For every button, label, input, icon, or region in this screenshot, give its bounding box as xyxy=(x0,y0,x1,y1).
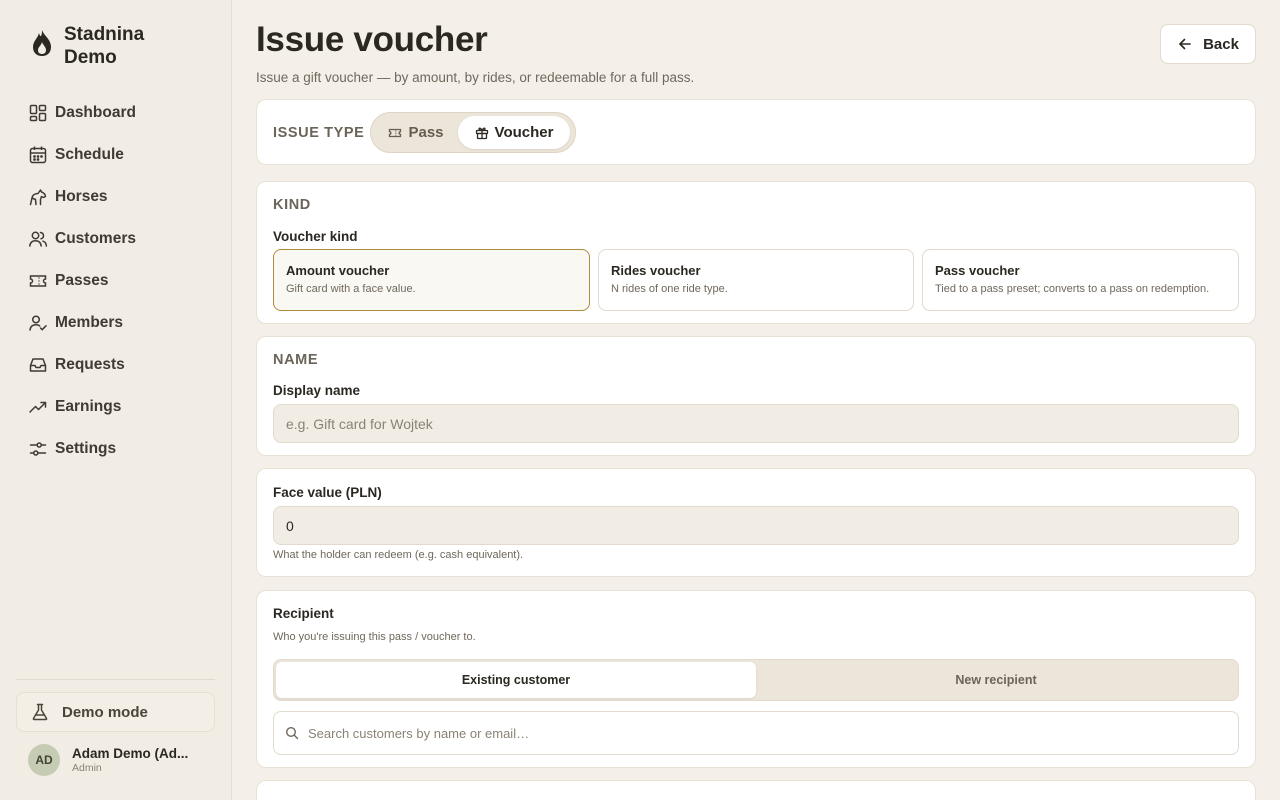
issue-type-heading: ISSUE TYPE xyxy=(273,125,365,141)
name-heading: NAME xyxy=(273,352,319,368)
sidebar-item-label: Settings xyxy=(55,440,117,457)
sidebar-item-label: Schedule xyxy=(55,146,124,163)
kind-option-title: Amount voucher xyxy=(286,263,390,278)
customer-search-input[interactable] xyxy=(308,725,1208,741)
sidebar-item-passes[interactable]: Passes xyxy=(0,260,232,302)
dashboard-icon xyxy=(29,104,47,122)
horse-icon xyxy=(29,189,47,206)
face-value-card: Face value (PLN) What the holder can red… xyxy=(256,468,1256,577)
trend-icon xyxy=(29,401,47,413)
sidebar-item-customers[interactable]: Customers xyxy=(0,218,232,260)
voucher-kind-label: Voucher kind xyxy=(273,229,358,244)
search-icon xyxy=(285,726,299,740)
recipient-card: Recipient Who you're issuing this pass /… xyxy=(256,590,1256,768)
page-subtitle: Issue a gift voucher — by amount, by rid… xyxy=(256,70,695,85)
arrow-left-icon xyxy=(1179,38,1191,50)
pricing-card xyxy=(256,780,1256,800)
flame-icon xyxy=(28,23,56,63)
kind-option-desc: Gift card with a face value. xyxy=(286,283,416,295)
face-value-label: Face value (PLN) xyxy=(273,485,382,500)
member-icon xyxy=(29,315,47,331)
kind-option-pass[interactable]: Pass voucher Tied to a pass preset; conv… xyxy=(922,249,1239,311)
back-button[interactable]: Back xyxy=(1160,24,1256,64)
gift-icon xyxy=(475,126,488,139)
sidebar-item-schedule[interactable]: Schedule xyxy=(0,134,232,176)
sidebar: Stadnina Demo Dashboard Schedule Horses … xyxy=(0,0,232,800)
sidebar-item-members[interactable]: Members xyxy=(0,302,232,344)
issue-type-card: ISSUE TYPE Pass Voucher xyxy=(256,99,1256,165)
avatar: AD xyxy=(28,744,60,776)
recipient-toggle: Existing customer New recipient xyxy=(273,659,1239,701)
name-card: NAME Display name xyxy=(256,336,1256,456)
sidebar-item-earnings[interactable]: Earnings xyxy=(0,386,232,428)
demo-mode-button[interactable]: Demo mode xyxy=(16,692,215,732)
kind-option-desc: Tied to a pass preset; converts to a pas… xyxy=(935,283,1210,295)
kind-option-amount[interactable]: Amount voucher Gift card with a face val… xyxy=(273,249,590,311)
demo-mode-label: Demo mode xyxy=(62,703,148,721)
back-button-label: Back xyxy=(1203,35,1239,53)
calendar-icon xyxy=(29,146,47,164)
sidebar-item-requests[interactable]: Requests xyxy=(0,344,232,386)
user-name: Adam Demo (Ad... xyxy=(72,746,189,761)
sidebar-item-label: Dashboard xyxy=(55,104,136,121)
ticket-icon xyxy=(29,275,47,287)
kind-card: KIND Voucher kind Amount voucher Gift ca… xyxy=(256,181,1256,324)
customer-search[interactable] xyxy=(273,711,1239,755)
sidebar-divider xyxy=(16,679,215,680)
tab-new-recipient[interactable]: New recipient xyxy=(756,662,1236,698)
display-name-label: Display name xyxy=(273,383,361,398)
issue-type-voucher[interactable]: Voucher xyxy=(458,116,570,149)
sidebar-item-label: Requests xyxy=(55,356,125,373)
sidebar-item-label: Members xyxy=(55,314,124,331)
user-menu[interactable]: AD Adam Demo (Ad... Admin xyxy=(28,744,196,776)
inbox-icon xyxy=(29,358,47,372)
kind-option-rides[interactable]: Rides voucher N rides of one ride type. xyxy=(598,249,914,311)
sidebar-item-label: Passes xyxy=(55,272,109,289)
face-value-input[interactable] xyxy=(273,506,1239,545)
kind-heading: KIND xyxy=(273,197,311,213)
sidebar-item-label: Horses xyxy=(55,188,108,205)
display-name-input[interactable] xyxy=(273,404,1239,443)
sidebar-item-settings[interactable]: Settings xyxy=(0,428,232,470)
recipient-subtitle: Who you're issuing this pass / voucher t… xyxy=(273,631,476,643)
issue-type-pass[interactable]: Pass xyxy=(374,116,458,149)
issue-type-toggle: Pass Voucher xyxy=(370,112,576,153)
users-icon xyxy=(29,231,48,247)
flask-icon xyxy=(32,703,48,721)
sidebar-item-horses[interactable]: Horses xyxy=(0,176,232,218)
tab-existing-customer[interactable]: Existing customer xyxy=(276,662,756,698)
sidebar-item-dashboard[interactable]: Dashboard xyxy=(0,92,232,134)
sidebar-item-label: Customers xyxy=(55,230,136,247)
brand[interactable]: Stadnina Demo xyxy=(28,23,154,69)
ticket-icon xyxy=(389,128,402,137)
sliders-icon xyxy=(29,442,47,456)
sidebar-nav: Dashboard Schedule Horses Customers Pass… xyxy=(0,92,232,470)
kind-option-title: Pass voucher xyxy=(935,263,1020,278)
kind-option-desc: N rides of one ride type. xyxy=(611,283,728,295)
face-value-hint: What the holder can redeem (e.g. cash eq… xyxy=(273,549,524,561)
issue-type-voucher-label: Voucher xyxy=(494,124,554,141)
brand-name: Stadnina Demo xyxy=(64,24,145,68)
page-title: Issue voucher xyxy=(256,20,488,59)
sidebar-item-label: Earnings xyxy=(55,398,122,415)
kind-option-title: Rides voucher xyxy=(611,263,701,278)
user-role: Admin xyxy=(72,762,102,774)
recipient-heading: Recipient xyxy=(273,606,334,621)
issue-type-pass-label: Pass xyxy=(408,124,444,141)
